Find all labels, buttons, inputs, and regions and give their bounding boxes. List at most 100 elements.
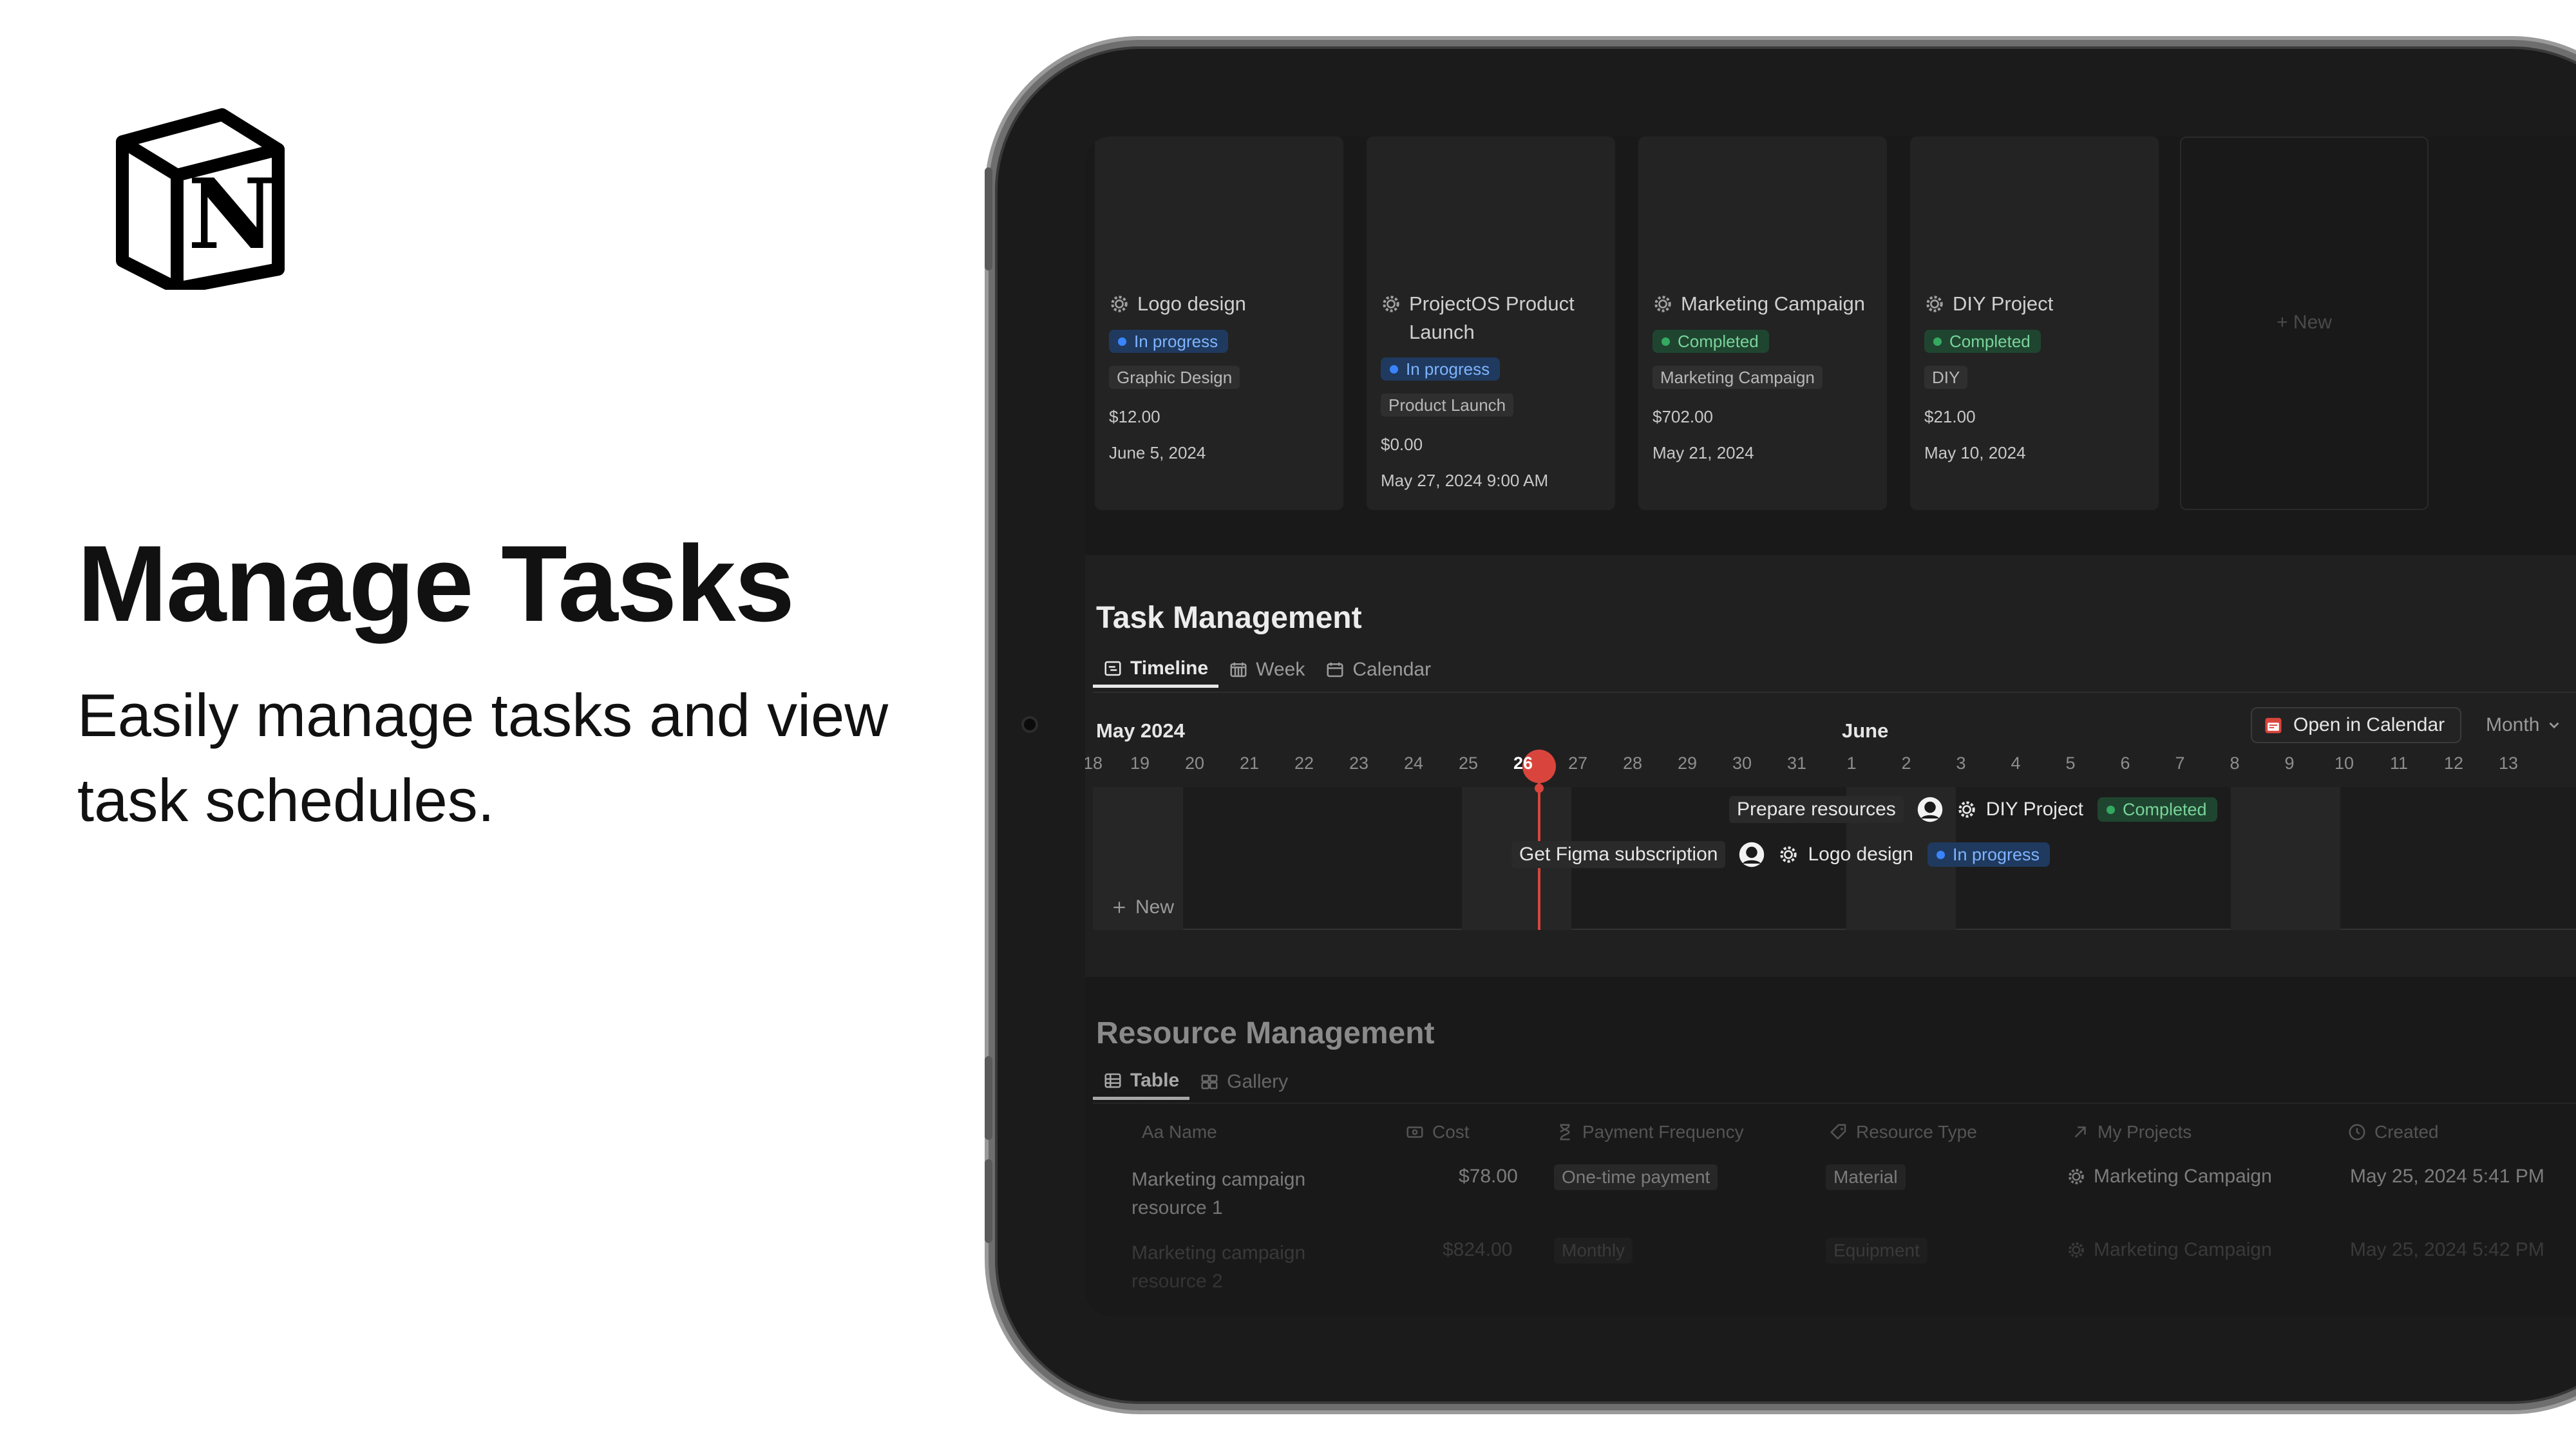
- card-amount: $0.00: [1381, 435, 1423, 454]
- column-header-created[interactable]: Created: [2347, 1122, 2439, 1142]
- calendar-app-icon: [2265, 717, 2282, 734]
- hourglass-icon: [1560, 1124, 1570, 1141]
- section-title: Resource Management: [1096, 1016, 1435, 1050]
- table-cell-name[interactable]: Marketing campaign resource 1: [1132, 1166, 1363, 1222]
- app-screen: Logo design In progress Graphic Design $…: [1085, 137, 2576, 1316]
- view-tabs: Table Gallery: [1093, 1064, 1298, 1103]
- gear-icon: [1654, 296, 1671, 312]
- status-badge: In progress: [1927, 842, 2050, 867]
- new-card-button[interactable]: + New: [2180, 137, 2429, 510]
- day-label: 7: [2175, 753, 2185, 773]
- table-cell-name[interactable]: Marketing campaign resource 2: [1132, 1239, 1363, 1296]
- gallery-icon: [1201, 1074, 1218, 1090]
- clock-icon: [2349, 1124, 2365, 1141]
- column-header-payment-frequency[interactable]: Payment Frequency: [1555, 1122, 1744, 1142]
- category-tag: DIY: [1924, 366, 1968, 389]
- day-label: 21: [1239, 753, 1260, 773]
- open-in-calendar-button[interactable]: Open in Calendar: [2251, 707, 2462, 743]
- device-button: [985, 1056, 992, 1140]
- month-select[interactable]: Month: [2486, 707, 2562, 743]
- table-cell-frequency: One-time payment: [1554, 1164, 1718, 1190]
- card-date: June 5, 2024: [1109, 443, 1206, 462]
- section-title: Task Management: [1096, 601, 1362, 635]
- timeline-new-button[interactable]: New: [1111, 896, 1174, 918]
- status-badge: Completed: [2097, 797, 2217, 822]
- timeline-event[interactable]: Get Figma subscription Logo design In pr…: [1511, 841, 2050, 868]
- day-label: 2: [1901, 753, 1911, 773]
- gear-icon: [1926, 296, 1943, 312]
- project-card[interactable]: Marketing Campaign Completed Marketing C…: [1638, 137, 1887, 510]
- notion-logo: N: [116, 108, 285, 290]
- avatar-icon: [1739, 842, 1765, 867]
- day-label: 28: [1622, 753, 1643, 773]
- table-cell-type: Material: [1826, 1164, 1906, 1190]
- column-header-resource-type[interactable]: Resource Type: [1829, 1122, 1977, 1142]
- avatar-icon: [1917, 797, 1943, 822]
- camera-lens: [1021, 716, 1038, 733]
- day-label: 9: [2284, 753, 2295, 773]
- tab-calendar[interactable]: Calendar: [1315, 652, 1441, 688]
- project-card[interactable]: Logo design In progress Graphic Design $…: [1095, 137, 1343, 510]
- column-header-name[interactable]: Aa Name: [1142, 1122, 1217, 1142]
- table-cell-project[interactable]: Marketing Campaign: [2067, 1239, 2272, 1261]
- column-header-cost[interactable]: Cost: [1405, 1122, 1470, 1142]
- task-management-section: Task Management Timeline Week Calendar M…: [1085, 555, 2576, 977]
- day-label: 12: [2443, 753, 2464, 773]
- relation-arrow-icon: [2074, 1126, 2086, 1138]
- tag-icon: [1830, 1124, 1846, 1140]
- table-cell-project[interactable]: Marketing Campaign: [2067, 1166, 2272, 1188]
- chevron-down-icon: [2549, 722, 2559, 729]
- timeline-icon: [1104, 661, 1121, 676]
- project-card[interactable]: DIY Project Completed DIY $21.00 May 10,…: [1910, 137, 2159, 510]
- event-name: Get Figma subscription: [1511, 841, 1726, 868]
- day-label: 18: [1085, 753, 1103, 773]
- status-badge: Completed: [1653, 330, 1769, 353]
- status-badge: Completed: [1924, 330, 2041, 353]
- day-label: 6: [2120, 753, 2130, 773]
- status-badge: In progress: [1109, 330, 1229, 353]
- day-label: 11: [2389, 753, 2409, 773]
- gear-icon: [2069, 1169, 2084, 1184]
- card-title: Logo design: [1137, 292, 1246, 315]
- device-button: [985, 167, 992, 270]
- day-label: 5: [2065, 753, 2076, 773]
- project-gallery: Logo design In progress Graphic Design $…: [1085, 137, 2576, 516]
- day-label: 10: [2334, 753, 2354, 773]
- category-tag: Graphic Design: [1109, 366, 1240, 389]
- tab-gallery[interactable]: Gallery: [1189, 1064, 1298, 1100]
- day-label: 4: [2011, 753, 2021, 773]
- tab-timeline[interactable]: Timeline: [1093, 652, 1219, 688]
- gear-icon: [1111, 296, 1128, 312]
- day-label: 24: [1403, 753, 1424, 773]
- weekend-shade: [2231, 787, 2340, 930]
- tab-week[interactable]: Week: [1218, 652, 1315, 688]
- table-cell-created: May 25, 2024 5:41 PM: [2350, 1166, 2544, 1187]
- day-label: 23: [1349, 753, 1369, 773]
- card-date: May 27, 2024 9:00 AM: [1381, 471, 1549, 490]
- table-cell-cost: $824.00: [1443, 1239, 1513, 1260]
- timeline-month-label: June: [1842, 719, 1889, 742]
- timeline-month-label: May 2024: [1096, 719, 1185, 742]
- divider: [1093, 692, 2576, 693]
- project-card[interactable]: ProjectOS Product Launch In progress Pro…: [1367, 137, 1615, 510]
- svg-text:N: N: [187, 158, 276, 271]
- tab-table[interactable]: Table: [1093, 1064, 1190, 1100]
- timeline-event[interactable]: Prepare resources DIY Project Completed: [1729, 796, 2217, 823]
- column-header-my-projects[interactable]: My Projects: [2070, 1122, 2192, 1142]
- gear-icon: [1958, 801, 1975, 818]
- timeline-days: 18 19 20 21 22 23 24 25 26 27 28 29 30 3…: [1085, 753, 2576, 779]
- table-icon: [1104, 1073, 1121, 1088]
- day-label: 31: [1786, 753, 1807, 773]
- plus-icon: [1113, 902, 1125, 913]
- category-tag: Product Launch: [1381, 393, 1514, 417]
- card-title: DIY Project: [1953, 292, 2054, 315]
- event-name: Prepare resources: [1729, 796, 1904, 823]
- card-amount: $21.00: [1924, 407, 1976, 426]
- table-cell-type: Equipment: [1826, 1238, 1927, 1264]
- day-label: 20: [1184, 753, 1205, 773]
- card-amount: $12.00: [1109, 407, 1160, 426]
- divider: [1093, 1103, 2576, 1104]
- week-icon: [1230, 662, 1247, 677]
- gear-icon: [2069, 1242, 2084, 1258]
- table-cell-frequency: Monthly: [1554, 1238, 1633, 1264]
